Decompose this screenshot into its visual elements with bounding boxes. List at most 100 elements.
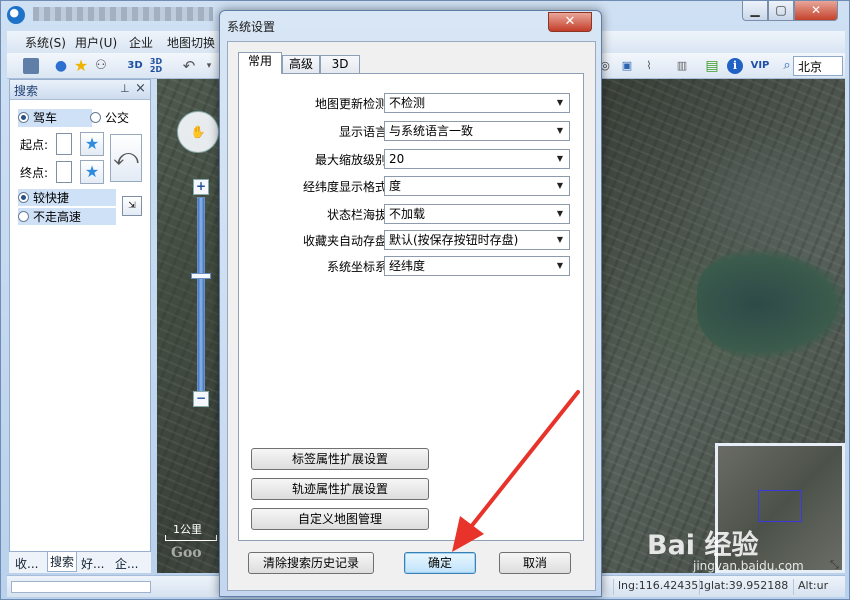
status-longitude: lng:116.424351 [613, 579, 703, 595]
close-icon[interactable]: × [135, 81, 146, 96]
start-point-field[interactable] [56, 133, 72, 155]
fav-autosave-select[interactable]: 默认(按保存按钮时存盘) ▼ [384, 230, 570, 250]
general-settings-panel: 地图更新检测 不检测 ▼ 显示语言 与系统语言一致 ▼ 最大缩放级别 20 ▼ 经纬度… [238, 73, 584, 541]
custom-map-manage-button[interactable]: 自定义地图管理 [251, 508, 429, 530]
vip-icon[interactable]: VIP [749, 58, 771, 74]
city-input[interactable] [793, 56, 843, 76]
chat-icon[interactable]: ▤ [704, 58, 720, 74]
map-lake [697, 249, 845, 359]
track-attribute-ext-button[interactable]: 轨迹属性扩展设置 [251, 478, 429, 500]
zoom-slider[interactable] [197, 197, 205, 397]
zoom-slider-thumb[interactable] [191, 273, 211, 279]
setting-label-coord-format: 经纬度显示格式 [302, 180, 387, 194]
route-fast-label: 较快捷 [33, 191, 70, 205]
radio-unchecked-icon [90, 112, 101, 123]
minimize-button[interactable]: ▁ [742, 1, 768, 21]
menu-enterprise[interactable]: 企业 [129, 34, 153, 51]
tab-advanced[interactable]: 高级 [282, 55, 320, 74]
ok-button[interactable]: 确定 [404, 552, 476, 574]
resize-corner-icon[interactable]: ⤡ [830, 558, 839, 572]
chevron-down-icon: ▼ [556, 261, 564, 270]
mode-drive-label: 驾车 [33, 111, 58, 125]
setting-label-status-altitude: 状态栏海拔 [326, 208, 387, 222]
maximize-button[interactable]: ▢ [768, 1, 794, 21]
tab-search[interactable]: 搜索 [47, 552, 78, 572]
menu-map-switch[interactable]: 地图切换 [167, 34, 215, 51]
menu-user[interactable]: 用户(U) [75, 34, 117, 51]
language-value: 与系统语言一致 [389, 124, 474, 138]
minimap-viewport[interactable] [758, 490, 802, 522]
end-favorite-star-icon[interactable]: ★ [80, 160, 104, 184]
group-icon[interactable]: ⚇ [93, 58, 109, 74]
map-update-value: 不检测 [389, 96, 426, 110]
chevron-down-icon: ▼ [556, 154, 564, 163]
tab-friends[interactable]: 好... [81, 555, 104, 572]
dialog-close-button[interactable]: ✕ [548, 12, 592, 32]
end-label: 终点: [20, 166, 49, 180]
mode-drive-radio[interactable]: 驾车 [18, 109, 92, 127]
start-favorite-star-icon[interactable]: ★ [80, 132, 104, 156]
max-zoom-select[interactable]: 20 ▼ [384, 149, 570, 169]
route-search-button[interactable]: ⇲ [122, 196, 142, 216]
coord-system-select[interactable]: 经纬度 ▼ [384, 256, 570, 276]
map-update-select[interactable]: 不检测 ▼ [384, 93, 570, 113]
cancel-button[interactable]: 取消 [499, 552, 571, 574]
status-altitude-select[interactable]: 不加载 ▼ [384, 204, 570, 224]
info-icon[interactable]: i [727, 58, 743, 74]
setting-label-coord-system: 系统坐标系 [326, 260, 387, 274]
mode-bus-radio[interactable]: 公交 [90, 109, 148, 127]
setting-label-map-update: 地图更新检测 [314, 97, 387, 111]
route-no-highway-label: 不走高速 [33, 210, 82, 224]
status-altitude-value: 不加载 [389, 207, 426, 221]
tab-general[interactable]: 常用 [238, 52, 282, 74]
chevron-down-icon: ▼ [556, 98, 564, 107]
pan-hand-icon[interactable]: ✋ [177, 111, 219, 153]
3d-view-icon[interactable]: 3D [125, 58, 145, 74]
save-icon[interactable] [23, 58, 39, 74]
baidu-watermark-url: jingyan.baidu.com [693, 559, 804, 573]
baidu-watermark: Bai 经验 [647, 530, 759, 561]
tab-3d[interactable]: 3D [320, 55, 360, 74]
undo-icon[interactable]: ↶ [181, 58, 197, 74]
3d-2d-toggle-icon[interactable]: 3D 2D [147, 58, 165, 74]
language-select[interactable]: 与系统语言一致 ▼ [384, 121, 570, 141]
clear-search-history-button[interactable]: 清除搜索历史记录 [248, 552, 374, 574]
max-zoom-value: 20 [389, 152, 405, 166]
coord-format-value: 度 [389, 179, 402, 193]
favorite-star-icon[interactable]: ★ [73, 58, 89, 74]
status-altitude: Alt:ur [793, 579, 837, 595]
app-title-blurred [33, 7, 213, 21]
settings-tabs: 常用 高级 3D [238, 52, 578, 74]
radio-checked-icon [18, 192, 29, 203]
setting-label-max-zoom: 最大缩放级别 [314, 153, 387, 167]
dialog-body: 常用 高级 3D 地图更新检测 不检测 ▼ 显示语言 与系统语言一致 ▼ 最大缩放级… [227, 41, 596, 591]
attach-icon[interactable]: ⌇ [641, 58, 657, 74]
coord-format-select[interactable]: 度 ▼ [384, 176, 570, 196]
chevron-down-icon: ▼ [556, 235, 564, 244]
app-logo-icon [7, 6, 25, 24]
mode-bus-label: 公交 [105, 111, 130, 125]
setting-label-language: 显示语言 [338, 125, 387, 139]
end-point-field[interactable] [56, 161, 72, 183]
status-progress [11, 581, 151, 593]
panel-title: 搜索 [14, 84, 39, 98]
tab-favorites[interactable]: 收... [15, 555, 38, 572]
route-fast-radio[interactable]: 较快捷 [18, 189, 116, 206]
zoom-out-button[interactable]: − [193, 391, 209, 407]
close-window-button[interactable]: ✕ [794, 1, 838, 21]
building-icon[interactable]: ▥ [674, 58, 690, 74]
undo-dropdown-icon[interactable]: ▾ [201, 58, 217, 74]
pin-icon[interactable]: ⊥ [120, 82, 130, 95]
tag-attribute-ext-button[interactable]: 标签属性扩展设置 [251, 448, 429, 470]
start-label: 起点: [20, 138, 49, 152]
menu-system[interactable]: 系统(S) [25, 34, 66, 51]
coord-system-value: 经纬度 [389, 259, 426, 273]
tab-enterprise[interactable]: 企... [115, 555, 138, 572]
zoom-in-button[interactable]: + [193, 179, 209, 195]
swap-route-icon[interactable]: ⤺ [110, 134, 142, 182]
dialog-title: 系统设置 [227, 20, 276, 34]
user-icon[interactable]: ● [53, 58, 69, 74]
chevron-down-icon: ▼ [556, 209, 564, 218]
route-no-highway-radio[interactable]: 不走高速 [18, 208, 116, 225]
image-icon[interactable]: ▣ [619, 58, 635, 74]
